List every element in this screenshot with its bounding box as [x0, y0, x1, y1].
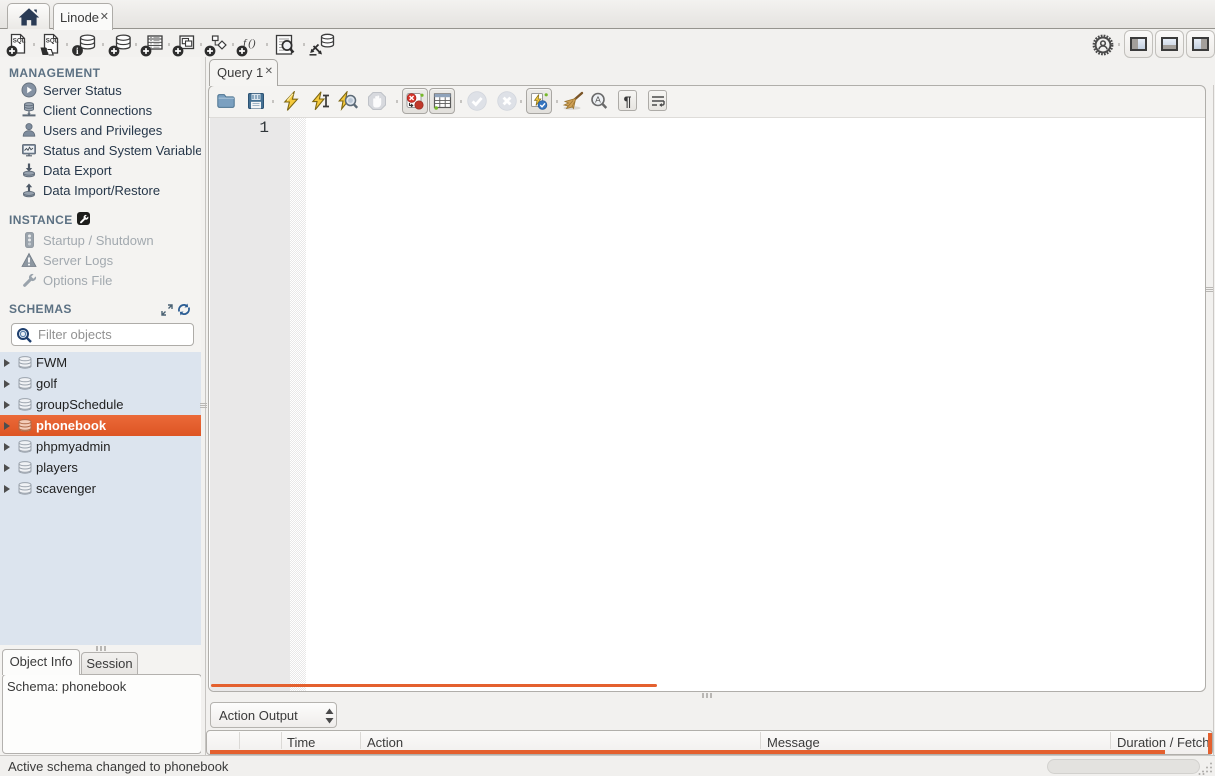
- svg-text:A: A: [595, 95, 601, 105]
- svg-text:SQL: SQL: [13, 38, 26, 45]
- svg-text:SQL: SQL: [46, 38, 59, 45]
